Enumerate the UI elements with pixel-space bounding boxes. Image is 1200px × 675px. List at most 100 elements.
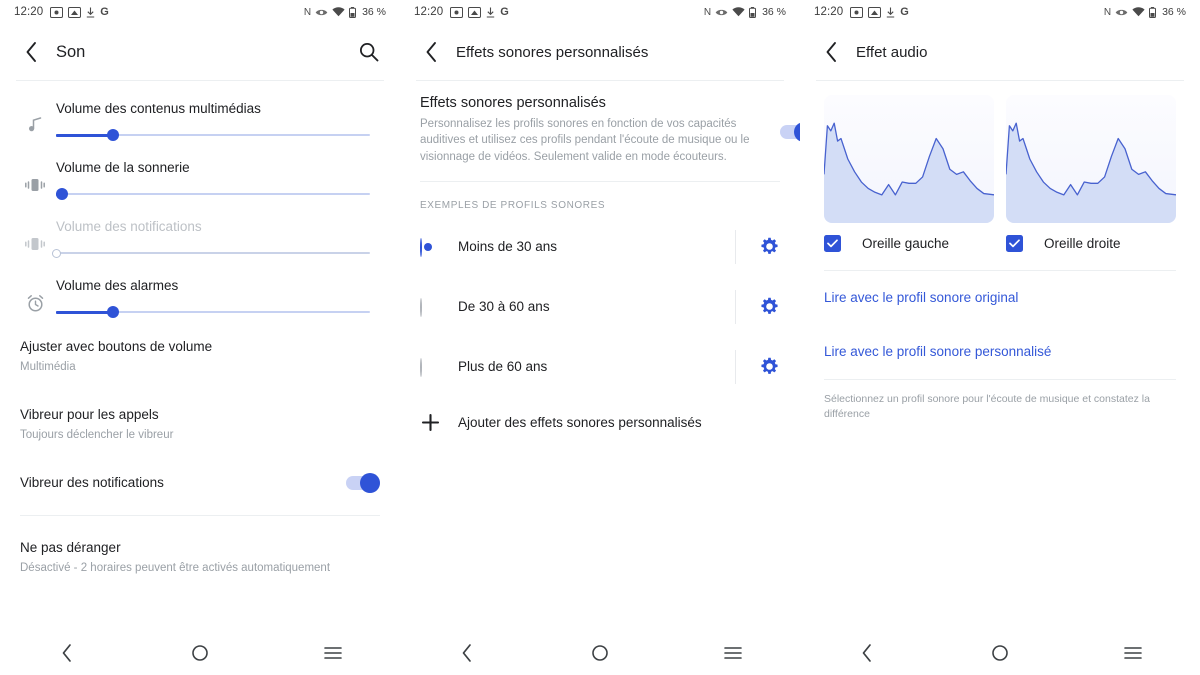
nfc-icon: N [703, 6, 712, 18]
row-separator [735, 349, 736, 384]
app-bar-sound: Son [0, 24, 400, 80]
vibrate-notifications-toggle[interactable] [346, 472, 380, 493]
app-bar-audio-effect: Effet audio [800, 24, 1200, 80]
eye-icon [715, 9, 728, 15]
cast-icon [468, 6, 482, 18]
checkbox-left-ear[interactable] [824, 235, 841, 252]
battery-icon [749, 6, 757, 18]
status-bar: 12:20 G N 36 % [800, 0, 1200, 24]
volume-label-ringer: Volume de la sonnerie [56, 160, 190, 175]
nav-back-icon[interactable] [844, 636, 890, 670]
ear-item-right[interactable]: Oreille droite [1006, 235, 1176, 252]
status-bar-time: 12:20 [414, 6, 444, 18]
google-icon: G [100, 6, 109, 18]
ear-label-right: Oreille droite [1044, 236, 1121, 251]
volume-slider-media[interactable] [56, 128, 370, 142]
slider-thumb[interactable] [106, 129, 119, 141]
screenshot-icon [450, 6, 464, 18]
google-icon: G [500, 6, 509, 18]
wifi-icon [1132, 7, 1145, 17]
ear-item-left[interactable]: Oreille gauche [824, 235, 994, 252]
page-title: Effets sonores personnalisés [456, 43, 649, 61]
screenshot-icon [50, 6, 64, 18]
profile-label: Moins de 30 ans [458, 239, 558, 255]
list-item-title: Vibreur pour les appels [20, 406, 159, 422]
link-row-custom-profile[interactable]: Lire avec le profil sonore personnalisé [800, 325, 1200, 379]
add-custom-effects-label: Ajouter des effets sonores personnalisés [458, 414, 702, 430]
page-title: Son [56, 42, 86, 61]
slider-thumb[interactable] [106, 306, 119, 318]
status-bar-time: 12:20 [814, 6, 844, 18]
profile-label: Plus de 60 ans [458, 359, 548, 375]
custom-effects-title: Effets sonores personnalisés [420, 95, 606, 111]
radio-under-30[interactable] [420, 237, 436, 257]
gear-icon[interactable] [758, 297, 780, 316]
screen-custom-sound-effects: 12:20 G N 36 % Effets sonores personnali… [400, 0, 800, 675]
google-icon: G [900, 6, 909, 18]
link-play-original-profile[interactable]: Lire avec le profil sonore original [824, 290, 1018, 305]
custom-effects-description: Personnalisez les profils sonores en fon… [420, 118, 750, 163]
battery-percent: 36 % [762, 6, 786, 18]
nav-recents-icon[interactable] [310, 636, 356, 670]
checkbox-right-ear[interactable] [1006, 235, 1023, 252]
section-header-profiles: EXEMPLES DE PROFILS SONORES [420, 199, 606, 211]
nav-recents-icon[interactable] [710, 636, 756, 670]
back-icon[interactable] [416, 37, 446, 67]
app-bar-effects: Effets sonores personnalisés [400, 24, 800, 80]
list-item-title: Ajuster avec boutons de volume [20, 339, 213, 354]
plus-icon [420, 413, 440, 432]
nav-home-icon[interactable] [977, 636, 1023, 670]
nfc-icon: N [303, 6, 312, 18]
profile-row-over-60[interactable]: Plus de 60 ans [400, 337, 800, 397]
nav-recents-icon[interactable] [1110, 636, 1156, 670]
list-item-adjust-with-volume-buttons[interactable]: Ajuster avec boutons de volume Multimédi… [0, 323, 400, 391]
slider-thumb [51, 248, 61, 258]
gear-icon[interactable] [758, 357, 780, 376]
chart-right-ear [1006, 95, 1176, 223]
status-bar-left-icons: G [450, 6, 509, 18]
link-play-custom-profile[interactable]: Lire avec le profil sonore personnalisé [824, 344, 1051, 359]
list-item-vibrate-notifications[interactable]: Vibreur des notifications [0, 459, 400, 507]
profile-row-under-30[interactable]: Moins de 30 ans [400, 217, 800, 277]
nav-back-icon[interactable] [44, 636, 90, 670]
volume-slider-alarm[interactable] [56, 305, 370, 319]
volume-row-ringer[interactable]: Volume de la sonnerie [0, 146, 400, 205]
alarm-clock-icon [18, 276, 52, 313]
cast-icon [68, 6, 82, 18]
volume-slider-notifications [51, 246, 370, 260]
nav-home-icon[interactable] [577, 636, 623, 670]
volume-row-alarm[interactable]: Volume des alarmes [0, 264, 400, 323]
list-item-do-not-disturb[interactable]: Ne pas déranger Désactivé - 2 horaires p… [0, 524, 400, 592]
radio-over-60[interactable] [420, 357, 436, 377]
status-bar-right-icons: N 36 % [1104, 6, 1186, 18]
volume-slider-ringer[interactable] [56, 187, 370, 201]
download-icon [887, 7, 895, 18]
search-icon[interactable] [354, 37, 384, 67]
page-title: Effet audio [856, 43, 928, 61]
back-icon[interactable] [816, 37, 846, 67]
list-item-title: Vibreur des notifications [20, 474, 164, 490]
add-custom-effects-button[interactable]: Ajouter des effets sonores personnalisés [400, 397, 800, 448]
nav-home-icon[interactable] [177, 636, 223, 670]
ear-label-left: Oreille gauche [862, 236, 950, 251]
gear-icon[interactable] [758, 237, 780, 256]
music-note-icon [18, 99, 52, 134]
battery-percent: 36 % [362, 6, 386, 18]
ringer-icon [18, 158, 52, 194]
profile-row-30-to-60[interactable]: De 30 à 60 ans [400, 277, 800, 337]
status-bar-right-icons: N 36 % [704, 6, 786, 18]
list-item-title: Ne pas déranger [20, 540, 121, 555]
nav-bar [0, 631, 400, 675]
nav-back-icon[interactable] [444, 636, 490, 670]
radio-30-to-60[interactable] [420, 297, 436, 317]
notification-vibrate-icon [18, 217, 52, 253]
list-item-vibrate-for-calls[interactable]: Vibreur pour les appels Toujours déclenc… [0, 391, 400, 459]
status-bar-left-icons: G [50, 6, 109, 18]
slider-thumb[interactable] [56, 188, 69, 200]
section-divider [20, 515, 380, 516]
status-bar-left-icons: G [850, 6, 909, 18]
back-icon[interactable] [16, 37, 46, 67]
link-row-original-profile[interactable]: Lire avec le profil sonore original [800, 271, 1200, 325]
volume-row-media[interactable]: Volume des contenus multimédias [0, 87, 400, 146]
wifi-icon [332, 7, 345, 17]
